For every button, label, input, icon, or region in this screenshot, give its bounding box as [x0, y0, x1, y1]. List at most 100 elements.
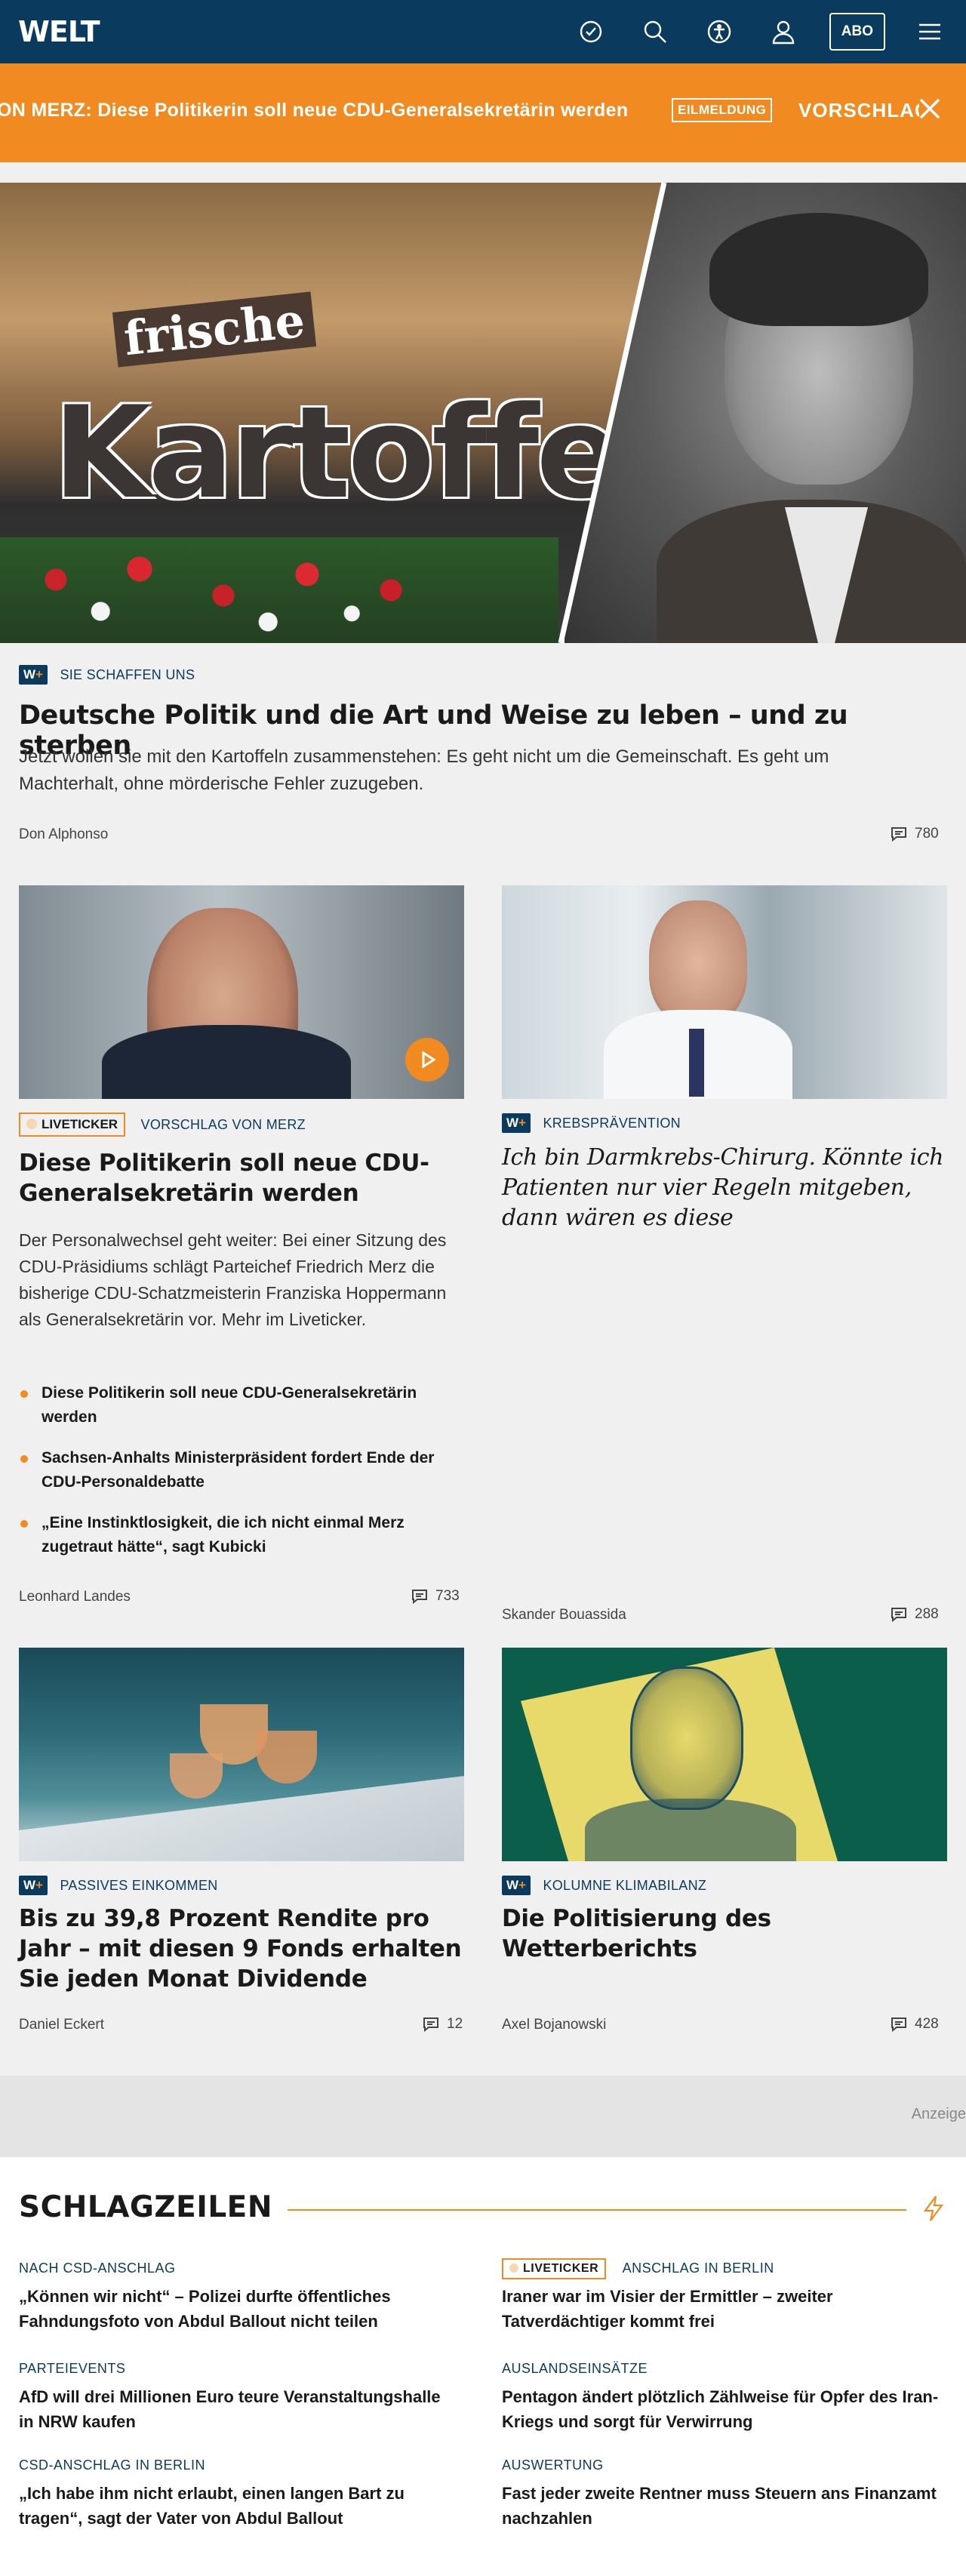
live-dot-icon: [509, 2264, 518, 2273]
comment-icon: [891, 1608, 906, 1623]
comment-count: 428: [915, 2016, 939, 2032]
surgeon-face: [649, 900, 747, 1025]
headline-title[interactable]: „Können wir nicht“ – Polizei durfte öffe…: [19, 2284, 457, 2334]
surgeon-tie: [689, 1029, 704, 1097]
frische-sign-text: frische: [112, 291, 317, 368]
hero-teaser[interactable]: Jetzt wollen sie mit den Kartoffeln zusa…: [19, 743, 924, 798]
ticker-headline[interactable]: ON MERZ: Diese Politikerin soll neue CDU…: [0, 100, 628, 122]
card3-headline[interactable]: Bis zu 39,8 Prozent Rendite pro Jahr – m…: [19, 1904, 464, 1994]
card3-kicker-row: W+ PASSIVES EINKOMMEN: [19, 1876, 218, 1895]
card4-comments[interactable]: 428: [891, 2016, 939, 2033]
card1-related-list: Diese Politikerin soll neue CDU-Generals…: [19, 1381, 464, 1576]
card3-author[interactable]: Daniel Eckert: [19, 2017, 104, 2033]
headline-kicker: CSD-ANSCHLAG IN BERLIN: [19, 2458, 206, 2473]
ad-slot: Anzeige: [0, 2076, 966, 2157]
card1-teaser[interactable]: Der Personalwechsel geht weiter: Bei ein…: [19, 1227, 464, 1333]
history-icon[interactable]: [573, 14, 609, 50]
columnist-sketch: [630, 1667, 743, 1810]
headline-title[interactable]: „Ich habe ihm nicht erlaubt, einen lange…: [19, 2481, 457, 2531]
card4-headline[interactable]: Die Politisierung des Wetterberichts: [502, 1904, 947, 1964]
live-dot-icon: [26, 1119, 37, 1129]
card4-kicker-row: W+ KOLUMNE KLIMABILANZ: [502, 1876, 706, 1895]
card4-author[interactable]: Axel Bojanowski: [502, 2017, 606, 2033]
section-divider: [288, 2209, 906, 2211]
welt-logo[interactable]: WELT: [18, 15, 100, 48]
card2-kicker[interactable]: KREBSPRÄVENTION: [543, 1116, 681, 1131]
headline-title[interactable]: Iraner war im Visier der Ermittler – zwe…: [502, 2284, 940, 2334]
card3-comments[interactable]: 12: [423, 2016, 463, 2033]
ad-label: Anzeige: [911, 2106, 966, 2122]
card1-kicker[interactable]: VORSCHLAG VON MERZ: [141, 1117, 306, 1132]
card4-kicker[interactable]: KOLUMNE KLIMABILANZ: [543, 1878, 706, 1893]
card2-comments[interactable]: 288: [891, 1606, 939, 1623]
menu-icon[interactable]: [912, 14, 948, 50]
headline-title[interactable]: AfD will drei Millionen Euro teure Veran…: [19, 2384, 457, 2434]
breaking-news-ticker[interactable]: ON MERZ: Diese Politikerin soll neue CDU…: [0, 63, 966, 162]
card1-headline[interactable]: Diese Politikerin soll neue CDU-Generals…: [19, 1148, 441, 1208]
comment-count: 12: [447, 2016, 463, 2032]
headline-title[interactable]: Fast jeder zweite Rentner muss Steuern a…: [502, 2481, 940, 2531]
related-link[interactable]: „Eine Instinktlosigkeit, die ich nicht e…: [19, 1511, 464, 1559]
headline-kicker: NACH CSD-ANSCHLAG: [19, 2261, 176, 2276]
boat-deck: [19, 1776, 464, 1861]
glass-2: [257, 1731, 317, 1784]
comment-icon: [423, 2017, 438, 2033]
schlagzeilen-section: SCHLAGZEILEN NACH CSD-ANSCHLAG „Können w…: [0, 2157, 966, 2576]
headline-kicker: AUSWERTUNG: [502, 2458, 604, 2473]
comment-icon: [412, 1590, 427, 1605]
card2-author[interactable]: Skander Bouassida: [502, 1607, 626, 1623]
portrait-hair: [709, 213, 928, 326]
headline-item[interactable]: AUSWERTUNG Fast jeder zweite Rentner mus…: [502, 2458, 940, 2531]
related-link[interactable]: Diese Politikerin soll neue CDU-Generals…: [19, 1381, 464, 1430]
liveticker-badge: LIVETICKER: [19, 1113, 126, 1137]
card-image-champagne[interactable]: [19, 1648, 464, 1861]
headline-kicker-row: LIVETICKER ANSCHLAG IN BERLIN: [502, 2258, 940, 2279]
related-link[interactable]: Sachsen-Anhalts Ministerpräsident forder…: [19, 1446, 464, 1494]
headline-item[interactable]: PARTEIEVENTS AfD will drei Millionen Eur…: [19, 2361, 457, 2434]
liveticker-badge: LIVETICKER: [502, 2258, 607, 2279]
hero-kicker-row: W+ SIE SCHAFFEN UNS: [19, 665, 195, 685]
card1-comments[interactable]: 733: [411, 1588, 460, 1605]
eilmeldung-badge: EILMELDUNG: [672, 98, 773, 122]
card2-kicker-row: W+ KREBSPRÄVENTION: [502, 1113, 681, 1133]
card1-kicker-row: LIVETICKER VORSCHLAG VON MERZ: [19, 1113, 306, 1137]
comment-count: 780: [915, 826, 939, 842]
card1-author[interactable]: Leonhard Landes: [19, 1589, 131, 1605]
columnist-shoulders: [585, 1799, 796, 1861]
headline-kicker: ANSCHLAG IN BERLIN: [622, 2260, 774, 2276]
headline-title[interactable]: Pentagon ändert plötzlich Zählweise für …: [502, 2384, 940, 2434]
ticker-next-headline[interactable]: VORSCHLAG VON MERZ: [798, 99, 919, 122]
user-icon[interactable]: [765, 14, 801, 50]
card-image-politician[interactable]: [19, 885, 464, 1099]
search-icon[interactable]: [637, 14, 673, 50]
play-video-button[interactable]: [405, 1038, 449, 1082]
wplus-badge: W+: [502, 1876, 531, 1895]
comment-icon: [891, 827, 906, 842]
headline-kicker: PARTEIEVENTS: [19, 2361, 126, 2376]
close-icon[interactable]: [915, 94, 945, 124]
card-image-surgeon[interactable]: [502, 885, 947, 1099]
hero-divider-line: [558, 183, 667, 643]
hero-image[interactable]: frische Kartoffeln: [0, 183, 966, 643]
play-icon: [422, 1051, 436, 1069]
card-image-illustration[interactable]: [502, 1648, 947, 1861]
abo-button[interactable]: ABO: [829, 13, 885, 51]
headline-item[interactable]: CSD-ANSCHLAG IN BERLIN „Ich habe ihm nic…: [19, 2458, 457, 2531]
headline-item[interactable]: LIVETICKER ANSCHLAG IN BERLIN Iraner war…: [502, 2258, 940, 2334]
glass-3: [170, 1753, 223, 1799]
politician-jacket: [102, 1025, 351, 1099]
card2-headline[interactable]: Ich bin Darmkrebs-Chirurg. Könnte ich Pa…: [502, 1143, 947, 1233]
lightning-bolt-icon: [922, 2195, 945, 2222]
hero-author[interactable]: Don Alphonso: [19, 826, 108, 843]
hero-comments[interactable]: 780: [891, 826, 939, 842]
hero-kicker[interactable]: SIE SCHAFFEN UNS: [60, 667, 195, 682]
comment-count: 288: [915, 1606, 939, 1622]
headline-item[interactable]: NACH CSD-ANSCHLAG „Können wir nicht“ – P…: [19, 2261, 457, 2334]
site-header: WELT ABO: [0, 0, 966, 63]
headline-item[interactable]: AUSLANDSEINSÄTZE Pentagon ändert plötzli…: [502, 2361, 940, 2434]
wplus-badge: W+: [502, 1113, 531, 1133]
accessibility-icon[interactable]: [701, 14, 737, 50]
comment-count: 733: [435, 1588, 460, 1604]
card3-kicker[interactable]: PASSIVES EINKOMMEN: [60, 1878, 217, 1893]
wplus-badge: W+: [19, 1876, 48, 1895]
